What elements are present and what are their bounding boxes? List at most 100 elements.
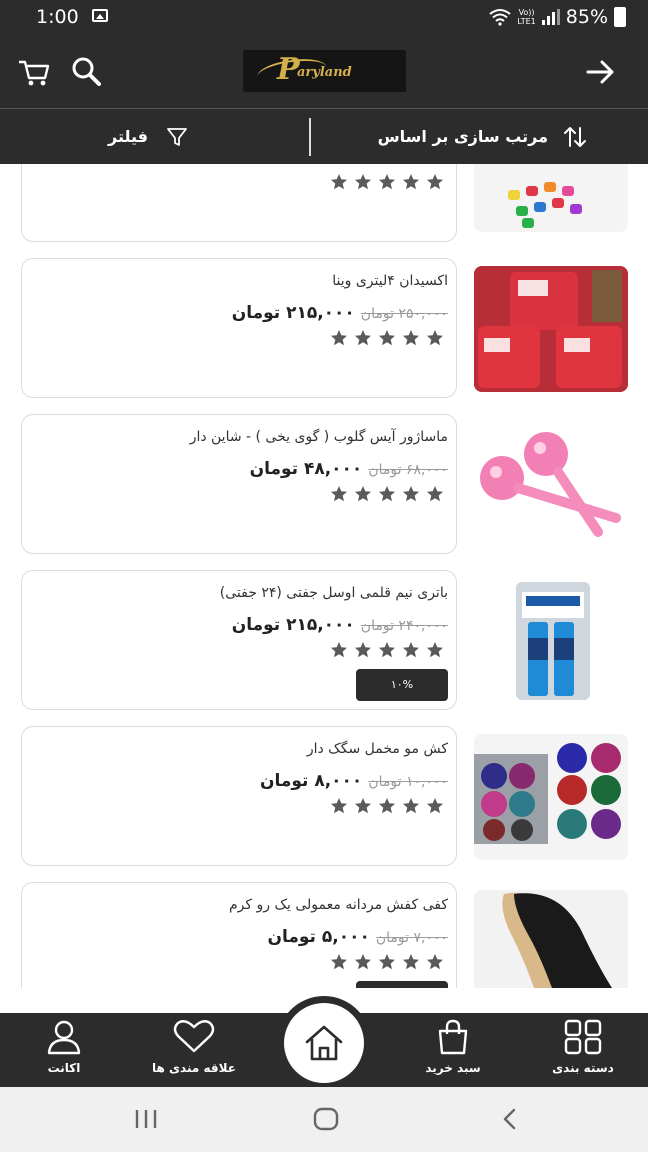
discount-badge: ۱۰% bbox=[356, 669, 448, 701]
price-row: ۲۴۰,۰۰۰ تومان ۲۱۵,۰۰۰ تومان bbox=[232, 615, 448, 635]
nav-categories-label: دسته بندی bbox=[552, 1061, 614, 1075]
old-price: ۲۴۰,۰۰۰ تومان bbox=[360, 618, 448, 634]
status-indicators: Vo)) LTE1 85% bbox=[489, 6, 626, 28]
price-row: ۶۸,۰۰۰ تومان ۴۸,۰۰۰ تومان bbox=[250, 459, 448, 479]
back-arrow-icon[interactable] bbox=[580, 52, 620, 92]
price-row: ۱۰,۰۰۰ تومان ۸,۰۰۰ تومان bbox=[260, 771, 448, 791]
wifi-icon bbox=[489, 9, 511, 26]
gallery-notification-icon bbox=[92, 9, 108, 22]
discount-badge-partial bbox=[356, 981, 448, 988]
shoe-insoles-image bbox=[502, 892, 612, 988]
star-icon bbox=[403, 954, 419, 970]
battery-icon bbox=[614, 7, 626, 27]
star-icon bbox=[331, 798, 347, 814]
search-icon[interactable] bbox=[66, 52, 106, 92]
new-price: ۴۸,۰۰۰ تومان bbox=[249, 459, 363, 479]
star-icon bbox=[331, 330, 347, 346]
product-image[interactable] bbox=[474, 578, 628, 704]
logo[interactable]: P aryland bbox=[243, 50, 406, 92]
star-icon bbox=[379, 486, 395, 502]
product-title: اکسیدان ۴لیتری وینا bbox=[332, 273, 448, 289]
product-image[interactable] bbox=[474, 422, 628, 548]
home-system-icon[interactable] bbox=[312, 1107, 340, 1131]
nav-cart[interactable]: سبد خرید bbox=[393, 1019, 513, 1085]
rating-stars bbox=[330, 485, 444, 503]
star-icon bbox=[355, 330, 371, 346]
back-system-icon[interactable] bbox=[496, 1107, 524, 1131]
rating-stars bbox=[330, 173, 444, 191]
nav-cart-label: سبد خرید bbox=[425, 1061, 481, 1075]
star-icon bbox=[379, 174, 395, 190]
nav-favorites[interactable]: علاقه مندی ها bbox=[134, 1019, 254, 1085]
price-row: ۲۵۰,۰۰۰ تومان ۲۱۵,۰۰۰ تومان bbox=[232, 303, 448, 323]
old-price: ۶۸,۰۰۰ تومان bbox=[368, 462, 448, 478]
home-button[interactable] bbox=[284, 1003, 364, 1083]
status-bar: 1:00 Vo)) LTE1 85% bbox=[0, 0, 648, 34]
rating-stars bbox=[330, 329, 444, 347]
cart-icon[interactable] bbox=[15, 52, 55, 92]
nav-account[interactable]: اکانت bbox=[4, 1019, 124, 1085]
star-icon bbox=[331, 954, 347, 970]
nav-categories[interactable]: دسته بندی bbox=[523, 1019, 643, 1085]
product-list: اکسیدان ۴لیتری وینا ۲۵۰,۰۰۰ تومان ۲۱۵,۰۰… bbox=[0, 164, 648, 988]
star-icon bbox=[355, 798, 371, 814]
star-icon bbox=[355, 486, 371, 502]
grid-icon bbox=[564, 1019, 602, 1055]
old-price: ۷,۰۰۰ تومان bbox=[375, 930, 448, 946]
price-row: ۷,۰۰۰ تومان ۵,۰۰۰ تومان bbox=[267, 927, 448, 947]
product-title: کفی کفش مردانه معمولی یک رو کرم bbox=[229, 897, 448, 913]
vina-containers-image bbox=[474, 266, 628, 392]
star-icon bbox=[379, 954, 395, 970]
star-icon bbox=[427, 330, 443, 346]
star-icon bbox=[379, 798, 395, 814]
velvet-scrunchies-image bbox=[474, 743, 621, 844]
filter-divider bbox=[309, 118, 311, 156]
old-price: ۲۵۰,۰۰۰ تومان bbox=[360, 306, 448, 322]
product-card[interactable]: کش مو مخمل سگک دار ۱۰,۰۰۰ تومان ۸,۰۰۰ تو… bbox=[21, 726, 457, 866]
product-image[interactable] bbox=[474, 734, 628, 860]
filter-icon[interactable] bbox=[165, 125, 189, 149]
filter-button[interactable]: فیلتر bbox=[108, 127, 148, 146]
star-icon bbox=[427, 642, 443, 658]
star-icon bbox=[403, 330, 419, 346]
status-time: 1:00 bbox=[36, 6, 79, 28]
logo-text: aryland bbox=[297, 65, 352, 80]
star-icon bbox=[427, 954, 443, 970]
star-icon bbox=[427, 486, 443, 502]
rating-stars bbox=[330, 953, 444, 971]
star-icon bbox=[355, 954, 371, 970]
star-icon bbox=[403, 642, 419, 658]
star-icon bbox=[427, 798, 443, 814]
product-card[interactable]: اکسیدان ۴لیتری وینا ۲۵۰,۰۰۰ تومان ۲۱۵,۰۰… bbox=[21, 258, 457, 398]
product-title: باتری نیم قلمی اوسل جفتی (۲۴ جفتی) bbox=[219, 585, 448, 601]
recent-apps-icon[interactable] bbox=[132, 1107, 160, 1131]
home-icon bbox=[305, 1025, 343, 1061]
signal-icon bbox=[541, 9, 560, 25]
new-price: ۵,۰۰۰ تومان bbox=[267, 927, 370, 947]
product-image[interactable] bbox=[474, 890, 628, 988]
new-price: ۲۱۵,۰۰۰ تومان bbox=[231, 303, 355, 323]
product-card[interactable]: ماساژور آیس گلوب ( گوی یخی ) - شاین دار … bbox=[21, 414, 457, 554]
network-indicator: Vo)) LTE1 bbox=[517, 8, 535, 26]
product-title: کش مو مخمل سگک دار bbox=[306, 741, 448, 757]
battery-percent: 85% bbox=[565, 6, 608, 28]
network-bottom-text: LTE1 bbox=[517, 17, 536, 26]
system-navigation-bar bbox=[0, 1087, 648, 1152]
product-title: ماساژور آیس گلوب ( گوی یخی ) - شاین دار bbox=[189, 429, 448, 445]
product-card[interactable]: باتری نیم قلمی اوسل جفتی (۲۴ جفتی) ۲۴۰,۰… bbox=[21, 570, 457, 710]
filter-sort-bar: مرتب سازی بر اساس فیلتر bbox=[0, 108, 648, 164]
product-card[interactable]: کفی کفش مردانه معمولی یک رو کرم ۷,۰۰۰ تو… bbox=[21, 882, 457, 988]
product-image[interactable] bbox=[474, 266, 628, 392]
network-top-text: Vo)) bbox=[518, 8, 535, 17]
sort-button[interactable]: مرتب سازی بر اساس bbox=[378, 127, 548, 146]
app-header: P aryland bbox=[0, 34, 648, 108]
star-icon bbox=[379, 330, 395, 346]
heart-icon bbox=[173, 1020, 215, 1053]
nav-account-label: اکانت bbox=[47, 1061, 81, 1075]
star-icon bbox=[403, 798, 419, 814]
product-image[interactable] bbox=[474, 164, 628, 232]
star-icon bbox=[331, 642, 347, 658]
nav-favorites-label: علاقه مندی ها bbox=[152, 1061, 236, 1075]
sort-icon[interactable] bbox=[562, 125, 588, 149]
product-card[interactable] bbox=[21, 164, 457, 242]
